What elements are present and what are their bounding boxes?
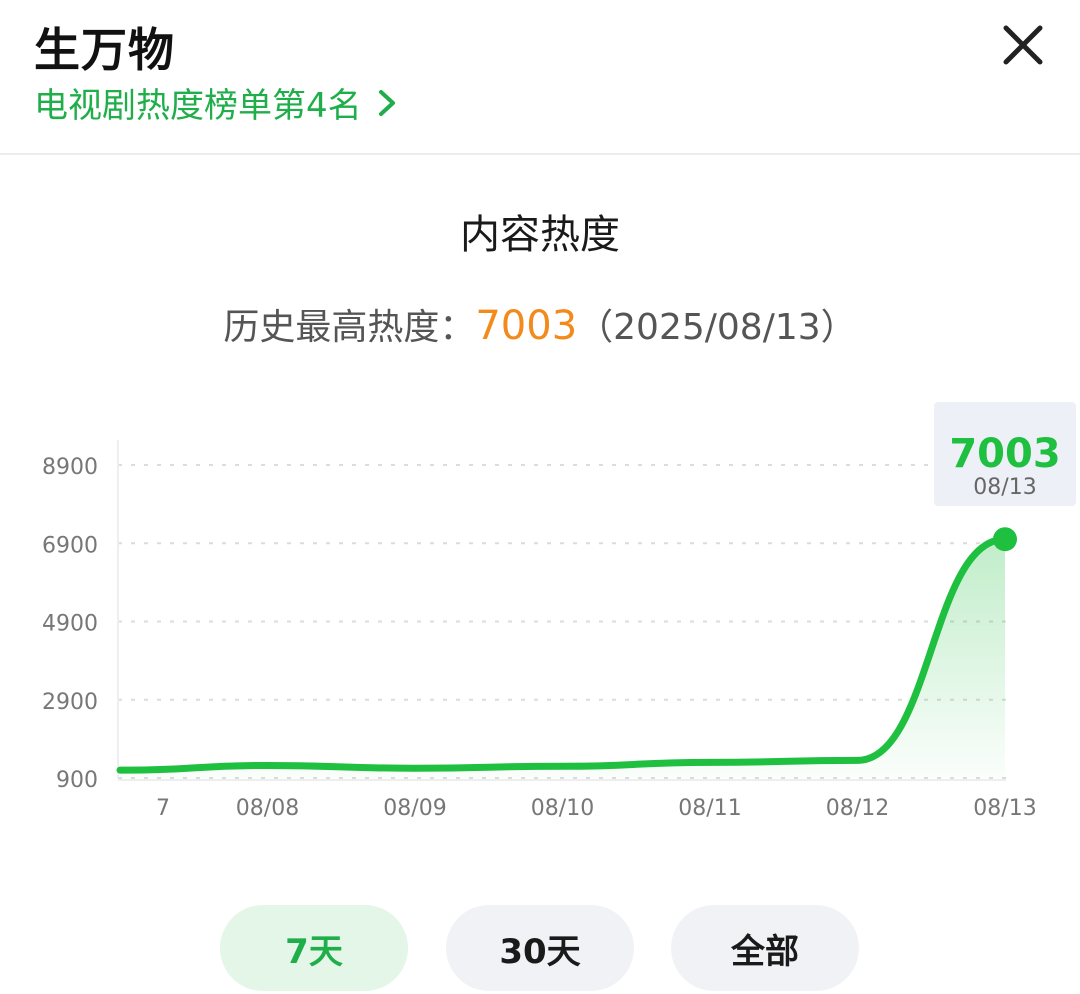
peak-value: 7003 [475,303,578,349]
x-tick-label: 08/08 [236,796,299,821]
x-tick-label: 7 [156,796,170,821]
data-point [117,767,123,773]
x-tick-label: 08/09 [383,796,446,821]
data-point [707,759,713,765]
x-tick-label: 08/11 [678,796,741,821]
x-tick-label: 08/10 [531,796,594,821]
rank-link[interactable]: 电视剧热度榜单第4名 [34,78,400,127]
y-tick-label: 4900 [42,612,98,637]
tab-all[interactable]: 全部 [671,905,859,991]
show-title: 生万物 [34,23,175,77]
x-tick-label: 08/13 [973,796,1036,821]
series-area [120,539,1005,778]
data-point [560,763,566,769]
section-title: 内容热度 [460,212,620,258]
tab-30-days[interactable]: 30天 [446,905,634,991]
data-point [265,762,271,768]
peak-label: 历史最高热度： [223,307,476,348]
rank-label: 电视剧热度榜单第4名 [34,86,362,126]
series-line [116,535,1009,774]
close-icon[interactable] [998,20,1048,70]
y-tick-label: 900 [56,768,98,793]
tooltip-date: 08/13 [973,475,1036,500]
peak-date: （2025/08/13） [577,307,857,348]
header: 生万物 电视剧热度榜单第4名 [0,0,1080,155]
y-tick-label: 2900 [42,690,98,715]
tab-7-days[interactable]: 7天 [220,905,408,991]
range-tabs: 7天 30天 全部 [0,905,1080,991]
peak-heat: 历史最高热度：7003（2025/08/13） [0,298,1080,350]
tooltip-value: 7003 [949,431,1060,477]
data-point [412,765,418,771]
x-tick-label: 08/12 [826,796,889,821]
y-tick-label: 8900 [42,455,98,480]
heat-chart: 900 2900 4900 6900 8900 7 08/08 08/09 08/10 08/11… [42,402,1076,821]
chevron-right-icon [378,89,395,116]
y-tick-label: 6900 [42,533,98,558]
highlight-point [993,527,1017,552]
data-point [855,757,861,763]
